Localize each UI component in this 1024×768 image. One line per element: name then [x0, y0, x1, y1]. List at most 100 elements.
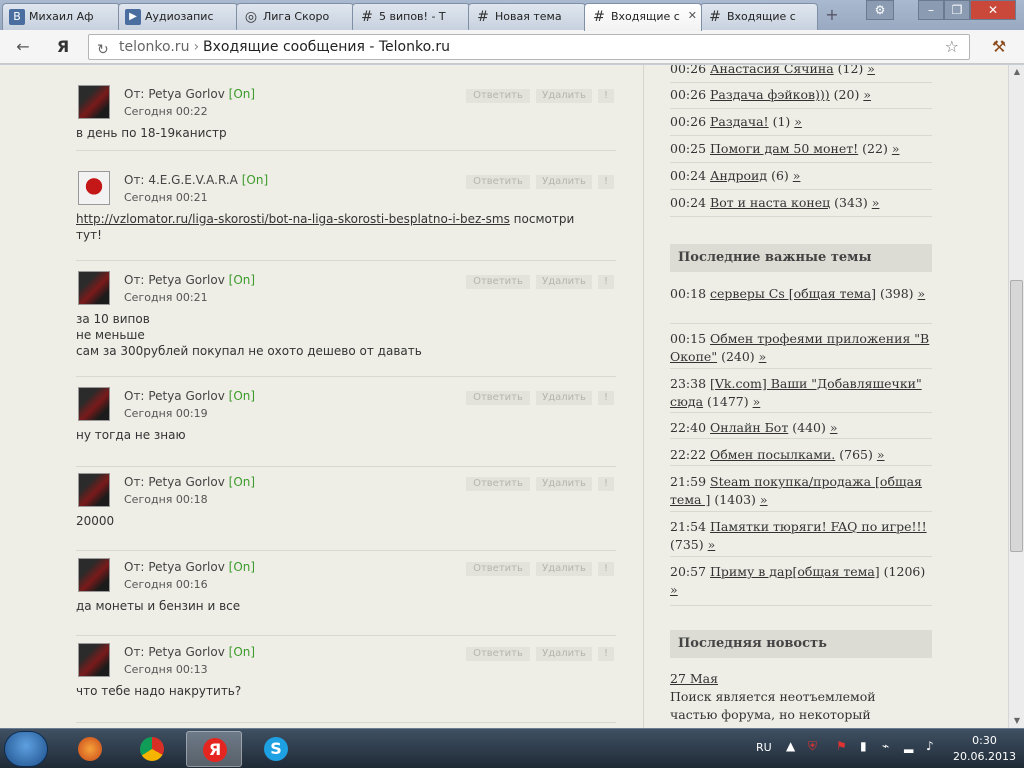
yandex-taskbar-button[interactable]: Я — [186, 731, 242, 767]
topic-link[interactable]: Онлайн Бот — [710, 420, 788, 435]
topic-more-link[interactable]: » — [872, 195, 880, 210]
tray-arrow-icon[interactable]: ▲ — [786, 739, 795, 753]
topic-more-link[interactable]: » — [753, 394, 761, 409]
delete-button[interactable]: Удалить — [536, 391, 592, 405]
delete-button[interactable]: Удалить — [536, 477, 592, 491]
topic-link[interactable]: Анастасия Сячина — [710, 65, 834, 76]
avatar[interactable] — [78, 643, 110, 677]
delete-button[interactable]: Удалить — [536, 89, 592, 103]
avatar[interactable] — [78, 473, 110, 507]
topic-more-link[interactable]: » — [670, 582, 678, 597]
scrollbar-thumb[interactable] — [1010, 280, 1023, 552]
network-icon[interactable]: ▮ — [860, 739, 867, 753]
tab-audio[interactable]: ▶ Аудиозапис — [118, 3, 238, 30]
delete-button[interactable]: Удалить — [536, 275, 592, 289]
scroll-up-arrow-icon[interactable]: ▲ — [1009, 65, 1024, 79]
tab-vk[interactable]: В Михаил Аф — [2, 3, 120, 30]
back-arrow-icon[interactable]: ← — [12, 36, 34, 58]
topic-link[interactable]: Обмен посылками. — [710, 447, 835, 462]
mark-button[interactable]: ! — [598, 647, 614, 661]
avatar[interactable] — [78, 271, 110, 305]
avatar[interactable] — [78, 558, 110, 592]
topic-link[interactable]: Памятки тюряги! FAQ по игре!!! — [710, 519, 927, 534]
flag-icon[interactable]: ⚑ — [836, 739, 847, 753]
tab-inbox[interactable]: # Входящие с — [700, 3, 818, 30]
maximize-button[interactable]: ❐ — [944, 0, 970, 20]
reply-button[interactable]: Ответить — [466, 89, 530, 103]
topic-link[interactable]: Вот и наста конец — [710, 195, 830, 210]
start-button[interactable] — [4, 731, 48, 767]
mark-button[interactable]: ! — [598, 477, 614, 491]
topic-more-link[interactable]: » — [892, 141, 900, 156]
topic-more-link[interactable]: » — [794, 114, 802, 129]
skype-taskbar-button[interactable]: S — [248, 731, 304, 767]
mark-button[interactable]: ! — [598, 562, 614, 576]
sender-name[interactable]: Petya Gorlov — [148, 645, 225, 659]
news-date-link[interactable]: 27 Мая — [670, 671, 718, 686]
reply-button[interactable]: Ответить — [466, 477, 530, 491]
tab-5-vipov[interactable]: # 5 випов! - Т — [352, 3, 470, 30]
reply-button[interactable]: Ответить — [466, 175, 530, 189]
sender-name[interactable]: Petya Gorlov — [148, 87, 225, 101]
clock[interactable]: 0:30 20.06.2013 — [953, 733, 1016, 765]
language-indicator[interactable]: RU — [756, 741, 772, 754]
topic-more-link[interactable]: » — [708, 537, 716, 552]
sender-name[interactable]: Petya Gorlov — [148, 389, 225, 403]
mark-button[interactable]: ! — [598, 275, 614, 289]
shield-icon[interactable]: ⛨ — [808, 739, 817, 754]
topic-more-link[interactable]: » — [918, 286, 926, 301]
topic-link[interactable]: Раздача фэйков))) — [710, 87, 830, 102]
sender-name[interactable]: 4.E.G.E.V.A.R.A — [148, 173, 238, 187]
reload-icon[interactable]: ↻ — [97, 38, 109, 62]
chrome-taskbar-button[interactable] — [124, 731, 180, 767]
reply-button[interactable]: Ответить — [466, 275, 530, 289]
firefox-taskbar-button[interactable] — [62, 731, 118, 767]
mark-button[interactable]: ! — [598, 391, 614, 405]
topic-link[interactable]: Обмен трофеями приложения "В Окопе" — [670, 331, 929, 364]
usb-icon[interactable]: ⌁ — [882, 739, 889, 753]
tab-new-topic[interactable]: # Новая тема — [468, 3, 586, 30]
message-link[interactable]: http://vzlomator.ru/liga-skorosti/bot-na… — [76, 212, 510, 226]
topic-more-link[interactable]: » — [863, 87, 871, 102]
minimize-button[interactable]: – — [918, 0, 944, 20]
topic-more-link[interactable]: » — [867, 65, 875, 76]
delete-button[interactable]: Удалить — [536, 175, 592, 189]
sender-name[interactable]: Petya Gorlov — [148, 273, 225, 287]
mark-button[interactable]: ! — [598, 175, 614, 189]
topic-link[interactable]: серверы Cs [общая тема] — [710, 286, 876, 301]
bookmark-star-icon[interactable]: ☆ — [945, 35, 959, 59]
topic-link[interactable]: Андроид — [710, 168, 767, 183]
topic-link[interactable]: Приму в дар[общая тема] — [710, 564, 880, 579]
topic-more-link[interactable]: » — [759, 349, 767, 364]
tab-inbox-active[interactable]: # Входящие с ✕ — [584, 3, 702, 31]
reply-button[interactable]: Ответить — [466, 562, 530, 576]
delete-button[interactable]: Удалить — [536, 647, 592, 661]
topic-more-link[interactable]: » — [830, 420, 838, 435]
close-window-button[interactable]: ✕ — [970, 0, 1016, 20]
sender-name[interactable]: Petya Gorlov — [148, 560, 225, 574]
scroll-down-arrow-icon[interactable]: ▼ — [1009, 714, 1024, 728]
topic-more-link[interactable]: » — [793, 168, 801, 183]
topic-link[interactable]: Помоги дам 50 монет! — [710, 141, 858, 156]
topic-link[interactable]: Steam покупка/продажа [общая тема ] — [670, 474, 922, 507]
sender-name[interactable]: Petya Gorlov — [148, 475, 225, 489]
close-icon[interactable]: ✕ — [688, 9, 697, 22]
avatar[interactable] — [78, 387, 110, 421]
mark-button[interactable]: ! — [598, 89, 614, 103]
reply-button[interactable]: Ответить — [466, 647, 530, 661]
reply-button[interactable]: Ответить — [466, 391, 530, 405]
new-tab-button[interactable]: + — [822, 6, 842, 24]
yandex-icon[interactable]: Я — [52, 36, 74, 58]
signal-icon[interactable]: ▂ — [904, 739, 913, 753]
avatar[interactable] — [78, 171, 110, 205]
wrench-icon[interactable]: ⚒ — [988, 36, 1010, 58]
topic-more-link[interactable]: » — [760, 492, 768, 507]
tab-liga[interactable]: ◎ Лига Скоро — [236, 3, 354, 30]
topic-link[interactable]: Раздача! — [710, 114, 769, 129]
page-scrollbar[interactable]: ▲ ▼ — [1008, 65, 1024, 728]
volume-icon[interactable]: ♪ — [926, 739, 934, 753]
address-bar[interactable]: ↻ telonko.ru › Входящие сообщения - Telonk… — [88, 34, 970, 60]
settings-gear-icon[interactable]: ⚙ — [866, 0, 894, 20]
delete-button[interactable]: Удалить — [536, 562, 592, 576]
topic-more-link[interactable]: » — [877, 447, 885, 462]
